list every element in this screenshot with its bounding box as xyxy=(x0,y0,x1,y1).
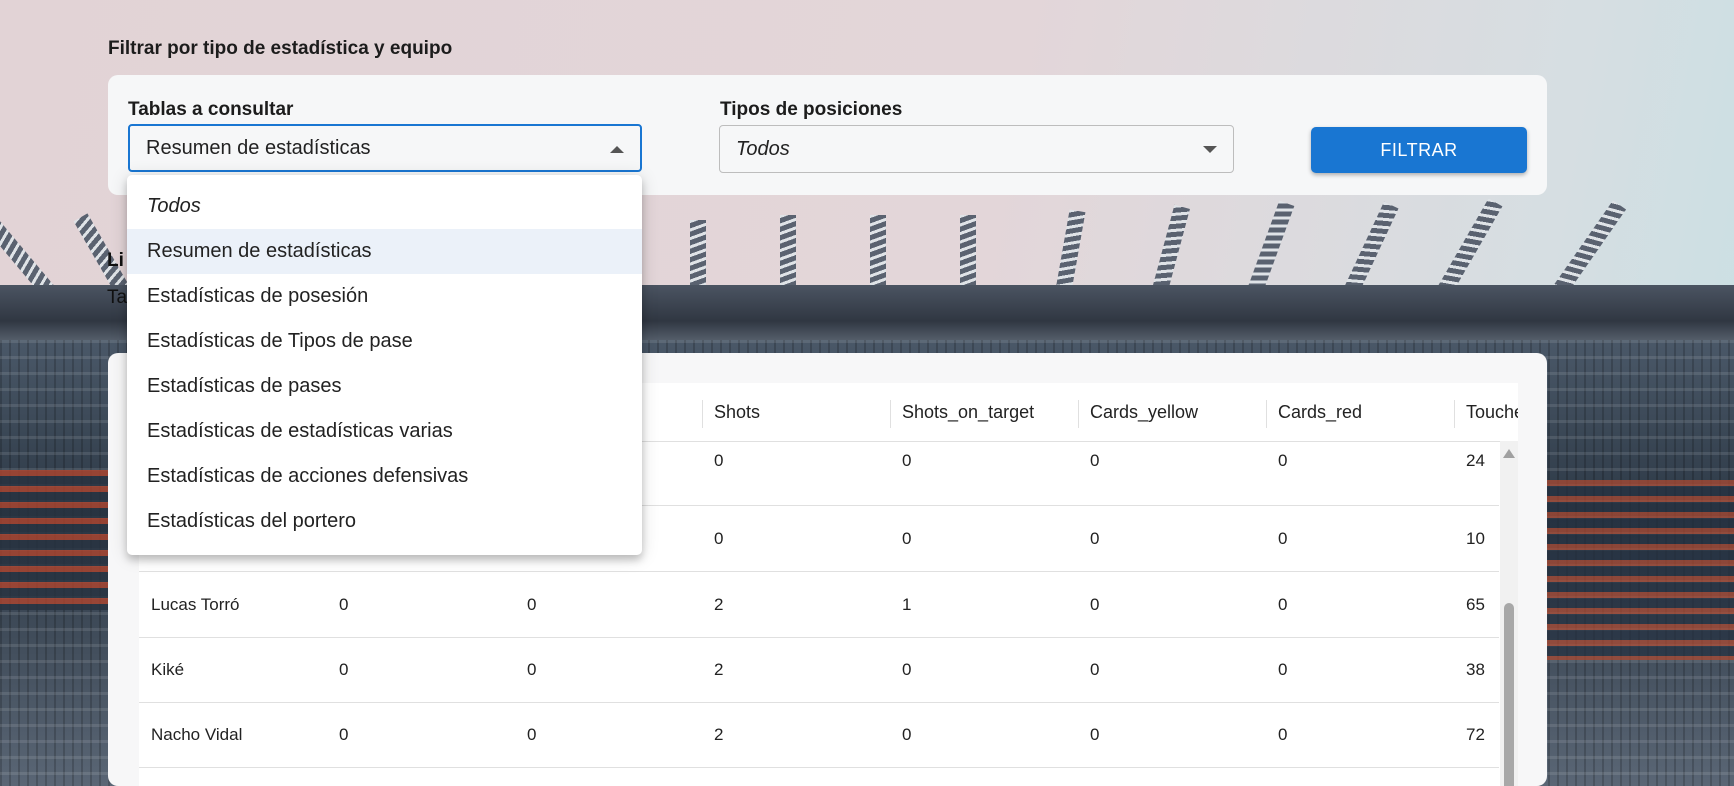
cell-player-name: Kiké xyxy=(151,659,185,679)
dropdown-option-resumen[interactable]: Resumen de estadísticas xyxy=(127,229,642,274)
cell-cards-yellow: 0 xyxy=(1090,724,1100,744)
dropdown-option-todos[interactable]: Todos xyxy=(127,184,642,229)
cell-player-name: Nacho Vidal xyxy=(151,724,243,744)
cell-cards-yellow: 0 xyxy=(1090,594,1100,614)
cell-shots-on-target: 0 xyxy=(902,451,912,470)
positions-select[interactable]: Todos xyxy=(719,125,1234,173)
cell-value: 0 xyxy=(339,659,349,679)
cell-cards-red: 0 xyxy=(1278,451,1288,470)
positions-select-value: Todos xyxy=(736,137,790,160)
column-header-shots[interactable]: Shots xyxy=(702,383,890,441)
vertical-scrollbar[interactable] xyxy=(1500,441,1518,786)
dropdown-option-portero[interactable]: Estadísticas del portero xyxy=(127,499,642,544)
cell-shots-on-target: 0 xyxy=(902,659,912,679)
tables-select-value: Resumen de estadísticas xyxy=(146,136,371,159)
dropdown-option-pases[interactable]: Estadísticas de pases xyxy=(127,364,642,409)
tables-label: Tablas a consultar xyxy=(128,99,294,120)
table-row[interactable]: Kiké 0 0 2 0 0 0 38 xyxy=(139,637,1499,703)
tables-dropdown-menu: Todos Resumen de estadísticas Estadístic… xyxy=(127,175,642,555)
scrollbar-thumb[interactable] xyxy=(1504,603,1514,786)
cell-player-name: Lucas Torró xyxy=(151,594,240,614)
cell-shots: 2 xyxy=(714,659,724,679)
table-row[interactable]: Lucas Torró 0 0 2 1 0 0 65 xyxy=(139,572,1499,638)
cell-cards-yellow: 0 xyxy=(1090,659,1100,679)
cell-shots-on-target: 0 xyxy=(902,724,912,744)
cell-shots-on-target: 0 xyxy=(902,528,912,548)
cell-touches: 65 xyxy=(1466,594,1485,614)
positions-label: Tipos de posiciones xyxy=(720,99,903,120)
tables-select[interactable]: Resumen de estadísticas xyxy=(128,124,642,172)
dropdown-option-varias[interactable]: Estadísticas de estadísticas varias xyxy=(127,409,642,454)
cell-shots: 0 xyxy=(714,451,724,470)
cell-touches: 38 xyxy=(1466,659,1485,679)
cell-cards-red: 0 xyxy=(1278,659,1288,679)
cell-shots-on-target: 1 xyxy=(902,594,912,614)
column-header-cards-red[interactable]: Cards_red xyxy=(1266,383,1454,441)
cell-shots: 2 xyxy=(714,724,724,744)
column-header-cards-yellow[interactable]: Cards_yellow xyxy=(1078,383,1266,441)
cell-value: 0 xyxy=(339,594,349,614)
scroll-up-arrow-icon[interactable] xyxy=(1503,449,1515,458)
cell-cards-red: 0 xyxy=(1278,724,1288,744)
filter-button[interactable]: FILTRAR xyxy=(1311,127,1527,173)
cell-shots: 2 xyxy=(714,594,724,614)
cell-value: 0 xyxy=(527,594,537,614)
caret-down-icon xyxy=(1203,146,1217,153)
cell-shots: 0 xyxy=(714,528,724,548)
dropdown-option-defensivas[interactable]: Estadísticas de acciones defensivas xyxy=(127,454,642,499)
cell-value: 0 xyxy=(339,724,349,744)
cell-cards-red: 0 xyxy=(1278,594,1288,614)
cell-touches: 72 xyxy=(1466,724,1485,744)
column-header-touches[interactable]: Touche xyxy=(1454,383,1518,441)
filter-section-title: Filtrar por tipo de estadística y equipo xyxy=(108,38,453,59)
list-heading-partial: Li xyxy=(107,250,124,271)
dropdown-option-tipos-de-pase[interactable]: Estadísticas de Tipos de pase xyxy=(127,319,642,364)
cell-value: 0 xyxy=(527,724,537,744)
dropdown-option-posesion[interactable]: Estadísticas de posesión xyxy=(127,274,642,319)
cell-cards-red: 0 xyxy=(1278,528,1288,548)
table-row[interactable]: Nacho Vidal 0 0 2 0 0 0 72 xyxy=(139,702,1499,768)
cell-cards-yellow: 0 xyxy=(1090,528,1100,548)
cell-touches: 24 xyxy=(1466,451,1485,470)
column-header-shots-on-target[interactable]: Shots_on_target xyxy=(890,383,1078,441)
list-subtext-partial: Ta xyxy=(107,287,128,308)
caret-up-icon xyxy=(610,146,624,153)
cell-value: 0 xyxy=(527,659,537,679)
cell-cards-yellow: 0 xyxy=(1090,451,1100,470)
cell-touches: 10 xyxy=(1466,528,1485,548)
